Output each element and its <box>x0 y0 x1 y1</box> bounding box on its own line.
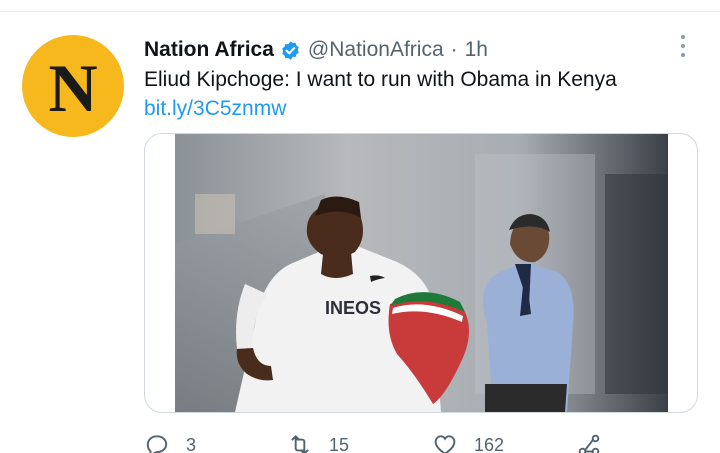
like-icon <box>434 435 456 453</box>
tweet-photo[interactable]: INEOS <box>175 134 668 412</box>
reply-button[interactable]: 3 <box>144 432 196 453</box>
tweet-link[interactable]: bit.ly/3C5znmw <box>144 97 286 121</box>
shirt-text: INEOS <box>325 298 381 318</box>
more-icon[interactable] <box>678 33 688 59</box>
avatar-letter: N <box>48 50 98 126</box>
share-icon <box>578 434 600 453</box>
retweet-count: 15 <box>329 434 350 453</box>
photo-illustration: INEOS <box>175 134 668 412</box>
reply-count: 3 <box>186 434 197 453</box>
tweet-text: Eliud Kipchoge: I want to run with Obama… <box>144 68 617 91</box>
tweet-actions: 3 15 162 <box>144 432 624 453</box>
like-button[interactable]: 162 <box>432 432 504 453</box>
like-count: 162 <box>474 434 505 453</box>
tweet-header: Nation Africa @NationAfrica · 1h <box>144 36 488 64</box>
avatar[interactable]: N <box>22 35 124 137</box>
reply-icon <box>146 435 168 453</box>
separator-dot: · <box>450 38 458 61</box>
handle[interactable]: @NationAfrica <box>308 38 444 62</box>
display-name[interactable]: Nation Africa <box>144 38 274 62</box>
share-button[interactable] <box>576 432 618 453</box>
retweet-icon <box>291 435 309 453</box>
top-divider <box>0 11 720 12</box>
retweet-button[interactable]: 15 <box>287 432 349 453</box>
timestamp[interactable]: 1h <box>465 38 488 62</box>
verified-badge-icon <box>282 40 299 60</box>
media-card[interactable]: INEOS <box>144 133 698 413</box>
